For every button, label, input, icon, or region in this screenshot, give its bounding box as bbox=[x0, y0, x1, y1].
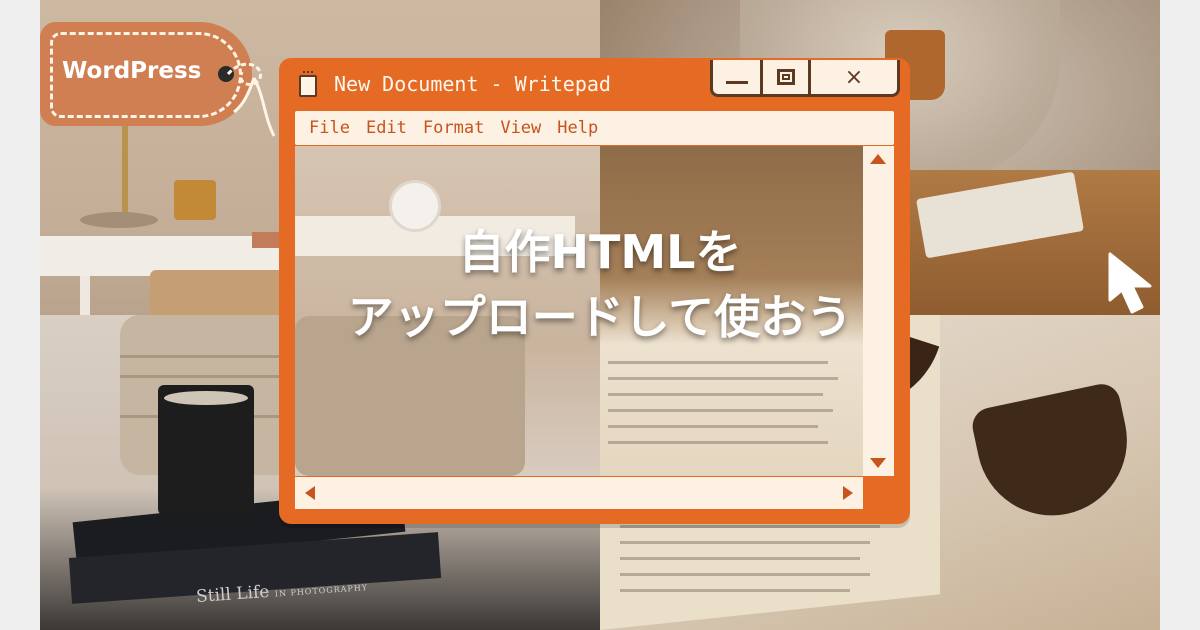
maximize-button[interactable] bbox=[763, 60, 811, 94]
maximize-icon bbox=[776, 69, 795, 85]
window-title: New Document - Writepad bbox=[334, 72, 611, 96]
right-margin bbox=[1160, 0, 1200, 630]
headline: 自作HTMLを アップロードして使おう bbox=[280, 220, 920, 350]
book-subtitle: IN PHOTOGRAPHY bbox=[274, 583, 369, 599]
horizontal-scrollbar[interactable] bbox=[295, 477, 863, 509]
window-controls: × bbox=[710, 60, 900, 97]
menu-view[interactable]: View bbox=[500, 118, 541, 138]
left-margin bbox=[0, 0, 40, 630]
desk-leg bbox=[80, 276, 90, 315]
lamp-base bbox=[80, 212, 158, 228]
tag-string-icon bbox=[226, 62, 276, 137]
headline-line-2: アップロードして使おう bbox=[347, 290, 853, 344]
menu-format[interactable]: Format bbox=[423, 118, 484, 138]
minimize-button[interactable] bbox=[713, 60, 763, 94]
tag-label: WordPress bbox=[62, 58, 202, 84]
book-title: Still Life bbox=[195, 581, 271, 607]
text-line bbox=[620, 573, 870, 576]
text-line bbox=[608, 377, 838, 380]
triangle-left-icon[interactable] bbox=[305, 486, 315, 500]
text-line bbox=[608, 441, 828, 444]
menu-bar: File Edit Format View Help bbox=[295, 111, 894, 145]
menu-help[interactable]: Help bbox=[557, 118, 598, 138]
text-line bbox=[620, 541, 870, 544]
scrollbar-corner bbox=[863, 477, 894, 509]
text-line bbox=[608, 425, 818, 428]
text-line bbox=[620, 589, 850, 592]
headline-line-1: 自作HTMLを bbox=[458, 225, 742, 279]
triangle-down-icon[interactable] bbox=[870, 458, 886, 468]
text-line bbox=[608, 393, 823, 396]
close-button[interactable]: × bbox=[811, 60, 897, 94]
menu-edit[interactable]: Edit bbox=[366, 118, 407, 138]
mouse-pointer-icon bbox=[1108, 252, 1152, 314]
candle-wax bbox=[164, 391, 248, 405]
sunglasses-lens bbox=[969, 380, 1141, 530]
minimize-icon bbox=[725, 80, 748, 84]
text-line bbox=[608, 409, 833, 412]
close-icon: × bbox=[844, 64, 864, 90]
triangle-up-icon[interactable] bbox=[870, 154, 886, 164]
pen-cup bbox=[174, 180, 216, 220]
triangle-right-icon[interactable] bbox=[843, 486, 853, 500]
document-icon bbox=[299, 71, 317, 97]
menu-file[interactable]: File bbox=[309, 118, 350, 138]
lamp bbox=[122, 120, 128, 220]
text-line bbox=[620, 557, 860, 560]
text-line bbox=[620, 525, 880, 528]
text-line bbox=[608, 361, 828, 364]
